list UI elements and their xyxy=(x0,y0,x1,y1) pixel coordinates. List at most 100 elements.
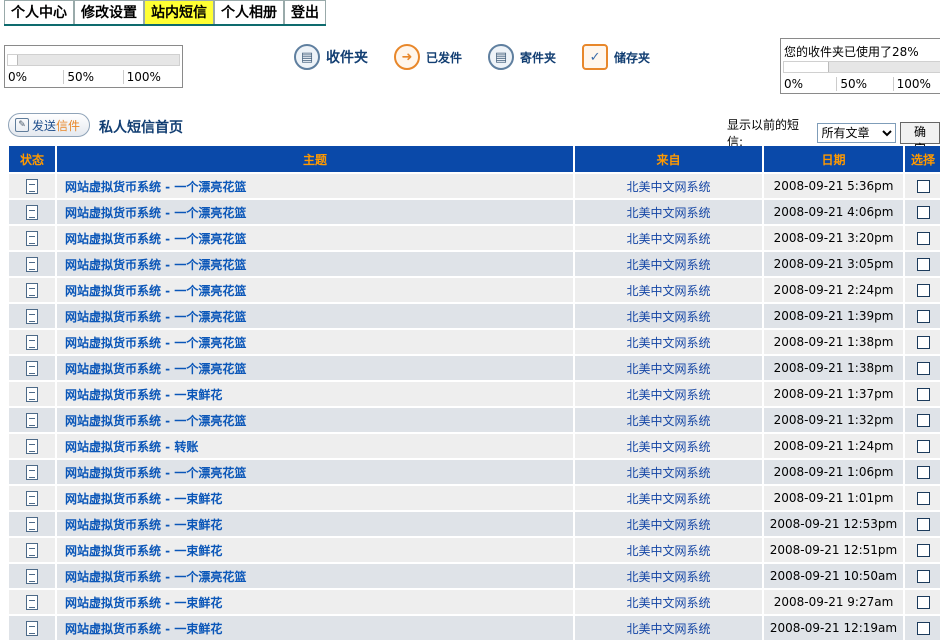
select-checkbox[interactable] xyxy=(916,570,930,583)
select-checkbox[interactable] xyxy=(916,206,930,219)
select-cell xyxy=(905,252,940,276)
select-checkbox[interactable] xyxy=(916,492,930,505)
header-subject[interactable]: 主题 xyxy=(57,146,573,172)
table-row[interactable]: 网站虚拟货币系统 - 一束鲜花 北美中文网系统 2008-09-21 12:19am xyxy=(9,616,940,640)
subject-cell: 网站虚拟货币系统 - 一束鲜花 xyxy=(57,382,573,406)
tab-album[interactable]: 个人相册 xyxy=(214,0,284,24)
message-subject-link[interactable]: 网站虚拟货币系统 - 一个漂亮花篮 xyxy=(65,180,246,194)
select-checkbox[interactable] xyxy=(916,466,930,479)
select-checkbox[interactable] xyxy=(916,180,930,193)
from-cell[interactable]: 北美中文网系统 xyxy=(575,512,762,536)
table-row[interactable]: 网站虚拟货币系统 - 一个漂亮花篮 北美中文网系统 2008-09-21 1:38p… xyxy=(9,356,940,380)
folder-inbox[interactable]: ▤ 收件夹 xyxy=(294,44,368,70)
select-checkbox[interactable] xyxy=(916,336,930,349)
select-checkbox[interactable] xyxy=(916,622,930,635)
from-cell[interactable]: 北美中文网系统 xyxy=(575,226,762,250)
select-cell xyxy=(905,356,940,380)
table-row[interactable]: 网站虚拟货币系统 - 一个漂亮花篮 北美中文网系统 2008-09-21 10:50… xyxy=(9,564,940,588)
folder-label: 储存夹 xyxy=(614,50,651,65)
message-subject-link[interactable]: 网站虚拟货币系统 - 一个漂亮花篮 xyxy=(65,466,246,480)
tab-messages[interactable]: 站内短信 xyxy=(144,0,214,24)
table-row[interactable]: 网站虚拟货币系统 - 一个漂亮花篮 北美中文网系统 2008-09-21 4:06p… xyxy=(9,200,940,224)
select-checkbox[interactable] xyxy=(916,362,930,375)
header-select[interactable]: 选择 xyxy=(905,146,940,172)
table-row[interactable]: 网站虚拟货币系统 - 一个漂亮花篮 北美中文网系统 2008-09-21 2:24p… xyxy=(9,278,940,302)
message-subject-link[interactable]: 网站虚拟货币系统 - 一个漂亮花篮 xyxy=(65,206,246,220)
send-message-button[interactable]: ✎ 发送 信件 xyxy=(8,113,90,137)
table-row[interactable]: 网站虚拟货币系统 - 一束鲜花 北美中文网系统 2008-09-21 1:37pm xyxy=(9,382,940,406)
message-subject-link[interactable]: 网站虚拟货币系统 - 一个漂亮花篮 xyxy=(65,258,246,272)
filter-ok-button[interactable]: 确定 xyxy=(900,122,940,156)
select-checkbox[interactable] xyxy=(916,258,930,271)
table-row[interactable]: 网站虚拟货币系统 - 一个漂亮花篮 北美中文网系统 2008-09-21 1:38p… xyxy=(9,330,940,354)
tab-logout[interactable]: 登出 xyxy=(284,0,326,24)
folder-outbox[interactable]: ▤ 寄件夹 xyxy=(488,44,556,70)
select-checkbox[interactable] xyxy=(916,414,930,427)
date-cell: 2008-09-21 1:38pm xyxy=(764,330,903,354)
message-subject-link[interactable]: 网站虚拟货币系统 - 一束鲜花 xyxy=(65,622,222,636)
from-cell[interactable]: 北美中文网系统 xyxy=(575,434,762,458)
table-row[interactable]: 网站虚拟货币系统 - 一束鲜花 北美中文网系统 2008-09-21 1:01pm xyxy=(9,486,940,510)
select-checkbox[interactable] xyxy=(916,388,930,401)
message-subject-link[interactable]: 网站虚拟货币系统 - 一个漂亮花篮 xyxy=(65,414,246,428)
table-row[interactable]: 网站虚拟货币系统 - 一个漂亮花篮 北美中文网系统 2008-09-21 5:36p… xyxy=(9,174,940,198)
from-cell[interactable]: 北美中文网系统 xyxy=(575,564,762,588)
from-cell[interactable]: 北美中文网系统 xyxy=(575,304,762,328)
select-cell xyxy=(905,382,940,406)
message-subject-link[interactable]: 网站虚拟货币系统 - 一束鲜花 xyxy=(65,518,222,532)
table-row[interactable]: 网站虚拟货币系统 - 转账 北美中文网系统 2008-09-21 1:24pm xyxy=(9,434,940,458)
from-cell[interactable]: 北美中文网系统 xyxy=(575,174,762,198)
message-subject-link[interactable]: 网站虚拟货币系统 - 一束鲜花 xyxy=(65,388,222,402)
message-subject-link[interactable]: 网站虚拟货币系统 - 一束鲜花 xyxy=(65,492,222,506)
from-cell[interactable]: 北美中文网系统 xyxy=(575,278,762,302)
table-row[interactable]: 网站虚拟货币系统 - 一个漂亮花篮 北美中文网系统 2008-09-21 1:39p… xyxy=(9,304,940,328)
select-checkbox[interactable] xyxy=(916,284,930,297)
select-checkbox[interactable] xyxy=(916,596,930,609)
select-checkbox[interactable] xyxy=(916,310,930,323)
subject-cell: 网站虚拟货币系统 - 一个漂亮花篮 xyxy=(57,356,573,380)
from-cell[interactable]: 北美中文网系统 xyxy=(575,356,762,380)
message-status-icon xyxy=(26,178,38,194)
folder-saved[interactable]: ✓ 储存夹 xyxy=(582,44,650,70)
table-row[interactable]: 网站虚拟货币系统 - 一束鲜花 北美中文网系统 2008-09-21 9:27am xyxy=(9,590,940,614)
table-row[interactable]: 网站虚拟货币系统 - 一个漂亮花篮 北美中文网系统 2008-09-21 3:05p… xyxy=(9,252,940,276)
from-cell[interactable]: 北美中文网系统 xyxy=(575,200,762,224)
table-row[interactable]: 网站虚拟货币系统 - 一个漂亮花篮 北美中文网系统 2008-09-21 1:06p… xyxy=(9,460,940,484)
message-subject-link[interactable]: 网站虚拟货币系统 - 一束鲜花 xyxy=(65,596,222,610)
message-subject-link[interactable]: 网站虚拟货币系统 - 一束鲜花 xyxy=(65,544,222,558)
from-cell[interactable]: 北美中文网系统 xyxy=(575,408,762,432)
table-row[interactable]: 网站虚拟货币系统 - 一束鲜花 北美中文网系统 2008-09-21 12:53pm xyxy=(9,512,940,536)
select-checkbox[interactable] xyxy=(916,544,930,557)
from-cell[interactable]: 北美中文网系统 xyxy=(575,616,762,640)
from-cell[interactable]: 北美中文网系统 xyxy=(575,460,762,484)
table-row[interactable]: 网站虚拟货币系统 - 一个漂亮花篮 北美中文网系统 2008-09-21 3:20p… xyxy=(9,226,940,250)
filter-select[interactable]: 所有文章 xyxy=(816,123,897,143)
folder-sent[interactable]: ➜ 已发件 xyxy=(394,44,462,70)
message-subject-link[interactable]: 网站虚拟货币系统 - 一个漂亮花篮 xyxy=(65,310,246,324)
message-subject-link[interactable]: 网站虚拟货币系统 - 一个漂亮花篮 xyxy=(65,284,246,298)
subject-cell: 网站虚拟货币系统 - 一个漂亮花篮 xyxy=(57,408,573,432)
message-subject-link[interactable]: 网站虚拟货币系统 - 一个漂亮花篮 xyxy=(65,232,246,246)
from-cell[interactable]: 北美中文网系统 xyxy=(575,382,762,406)
select-checkbox[interactable] xyxy=(916,518,930,531)
message-subject-link[interactable]: 网站虚拟货币系统 - 一个漂亮花篮 xyxy=(65,362,246,376)
select-checkbox[interactable] xyxy=(916,440,930,453)
message-subject-link[interactable]: 网站虚拟货币系统 - 一个漂亮花篮 xyxy=(65,570,246,584)
table-row[interactable]: 网站虚拟货币系统 - 一束鲜花 北美中文网系统 2008-09-21 12:51pm xyxy=(9,538,940,562)
select-checkbox[interactable] xyxy=(916,232,930,245)
from-cell[interactable]: 北美中文网系统 xyxy=(575,330,762,354)
header-status[interactable]: 状态 xyxy=(9,146,55,172)
tab-personal-center[interactable]: 个人中心 xyxy=(4,0,74,24)
message-subject-link[interactable]: 网站虚拟货币系统 - 一个漂亮花篮 xyxy=(65,336,246,350)
status-cell xyxy=(9,356,55,380)
from-cell[interactable]: 北美中文网系统 xyxy=(575,252,762,276)
message-subject-link[interactable]: 网站虚拟货币系统 - 转账 xyxy=(65,440,198,454)
table-row[interactable]: 网站虚拟货币系统 - 一个漂亮花篮 北美中文网系统 2008-09-21 1:32p… xyxy=(9,408,940,432)
header-date[interactable]: 日期 xyxy=(764,146,903,172)
tab-settings[interactable]: 修改设置 xyxy=(74,0,144,24)
subject-cell: 网站虚拟货币系统 - 一个漂亮花篮 xyxy=(57,226,573,250)
header-from[interactable]: 来自 xyxy=(575,146,762,172)
from-cell[interactable]: 北美中文网系统 xyxy=(575,486,762,510)
from-cell[interactable]: 北美中文网系统 xyxy=(575,590,762,614)
from-cell[interactable]: 北美中文网系统 xyxy=(575,538,762,562)
